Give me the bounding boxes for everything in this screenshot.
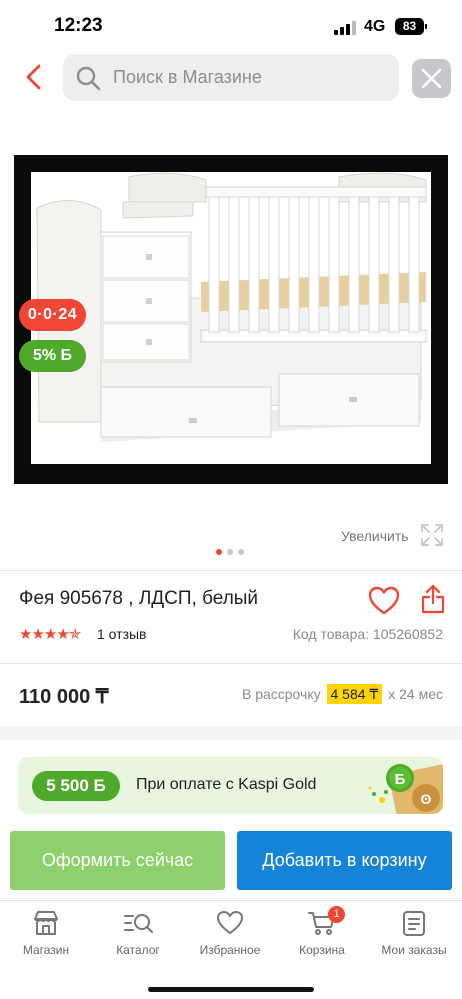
product-page: 12:23 4G 83 Поиск в Магазине 0·0·24 5% Б… xyxy=(0,0,462,999)
buy-now-button[interactable]: Оформить сейчас xyxy=(10,831,225,890)
gold-bonus-pill: 5 500 Б xyxy=(32,771,120,801)
gallery-dot[interactable] xyxy=(238,549,244,555)
installment-badge: 0·0·24 xyxy=(19,299,86,331)
home-indicator xyxy=(148,987,314,992)
divider xyxy=(0,570,462,571)
svg-text:ʘ: ʘ xyxy=(421,791,432,807)
status-bar: 12:23 4G 83 xyxy=(0,0,462,52)
gallery-dot-active[interactable] xyxy=(216,549,222,555)
shop-icon xyxy=(34,911,58,935)
gold-banner-text: При оплате с Kaspi Gold xyxy=(136,776,317,793)
tab-cart[interactable]: 1 Корзина xyxy=(276,906,368,957)
heart-icon xyxy=(217,911,243,934)
tab-label: Мои заказы xyxy=(381,943,447,957)
signal-icon xyxy=(334,21,356,35)
tab-favorites[interactable]: Избранное xyxy=(184,909,276,957)
back-icon[interactable] xyxy=(20,62,50,92)
tab-orders[interactable]: Мои заказы xyxy=(368,909,460,957)
product-title: Фея 905678 , ЛДСП, белый xyxy=(19,588,259,609)
tab-label: Каталог xyxy=(116,943,160,957)
product-price: 110 000 ₸ xyxy=(19,686,109,708)
installment-suffix: x 24 мес xyxy=(388,686,443,702)
product-code: Код товара: 105260852 xyxy=(292,626,443,642)
rating-stars: ★★★★✯ xyxy=(19,626,81,643)
battery-icon: 83 xyxy=(395,18,427,35)
tab-shop[interactable]: Магазин xyxy=(0,909,92,957)
tab-catalog[interactable]: Каталог xyxy=(92,909,184,957)
gallery-pagination[interactable] xyxy=(216,542,249,555)
gallery-dot[interactable] xyxy=(227,549,233,555)
favorite-heart-icon[interactable] xyxy=(368,586,400,616)
orders-icon xyxy=(403,911,425,936)
search-placeholder: Поиск в Магазине xyxy=(113,67,262,87)
installment-amount: 4 584 ₸ xyxy=(326,684,383,704)
bonus-badge: 5% Б xyxy=(19,340,86,372)
add-to-cart-button[interactable]: Добавить в корзину xyxy=(237,831,452,890)
clear-button[interactable] xyxy=(412,59,451,98)
kaspi-gold-card-icon: ʘ Б xyxy=(348,760,443,814)
divider xyxy=(0,663,462,664)
kaspi-gold-banner[interactable]: 5 500 Б При оплате с Kaspi Gold ʘ Б xyxy=(18,757,443,814)
network-type: 4G xyxy=(364,18,386,35)
tab-label: Избранное xyxy=(199,943,261,957)
search-input[interactable]: Поиск в Магазине xyxy=(63,54,399,101)
share-icon[interactable] xyxy=(421,584,445,614)
section-separator xyxy=(0,726,462,740)
search-icon xyxy=(75,65,101,91)
reviews-link[interactable]: 1 отзыв xyxy=(97,626,147,642)
catalog-icon xyxy=(124,914,153,933)
svg-text:Б: Б xyxy=(395,771,406,788)
bottom-tab-bar: Магазин Каталог Избранное 1 Корзина Мои … xyxy=(0,900,462,999)
product-image[interactable]: 0·0·24 5% Б xyxy=(14,155,448,484)
zoom-label[interactable]: Увеличить xyxy=(341,528,409,544)
close-icon xyxy=(421,68,442,89)
tab-label: Корзина xyxy=(299,943,345,957)
installment-prefix: В рассрочку xyxy=(241,686,321,702)
crib-illustration xyxy=(31,172,431,464)
status-time: 12:23 xyxy=(54,15,103,36)
expand-icon[interactable] xyxy=(421,524,443,546)
cart-count-badge: 1 xyxy=(328,906,345,923)
tab-label: Магазин xyxy=(22,943,70,957)
installment-info: В рассрочку 4 584 ₸ x 24 мес xyxy=(241,684,443,704)
